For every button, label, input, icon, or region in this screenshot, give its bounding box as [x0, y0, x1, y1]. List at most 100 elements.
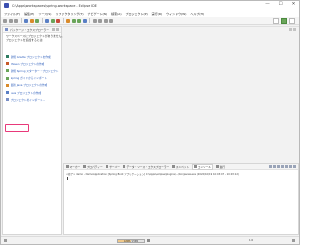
- minimize-view-icon[interactable]: [289, 28, 292, 31]
- minimize-view-icon[interactable]: [52, 28, 55, 31]
- maximize-button[interactable]: ☐: [277, 2, 284, 8]
- save-all-icon[interactable]: [14, 18, 18, 23]
- build-icon[interactable]: [24, 18, 28, 23]
- link-label[interactable]: プロジェクトのインポート...: [11, 98, 46, 102]
- console-caret: [67, 177, 68, 180]
- menu-navigate[interactable]: ナビゲート(N): [88, 12, 108, 16]
- forward-icon[interactable]: [109, 18, 113, 23]
- pin-console-icon[interactable]: [285, 165, 288, 168]
- new-icon[interactable]: [3, 18, 7, 23]
- java-project-icon: [6, 83, 9, 87]
- clear-console-icon[interactable]: [277, 165, 280, 168]
- link-new-latest-java-project[interactable]: 最新 Java プロジェクトの作成: [6, 83, 62, 88]
- link-label[interactable]: 最新 Java プロジェクトの作成: [11, 83, 48, 87]
- link-new-spring-starter[interactable]: 新規 Spring スターター・プロジェクト: [6, 68, 62, 73]
- debug-icon[interactable]: [45, 18, 49, 23]
- import-icon: [6, 98, 9, 102]
- link-label[interactable]: 新規 Spring スターター・プロジェクト: [11, 69, 59, 73]
- menu-file[interactable]: ファイル(F): [4, 12, 20, 16]
- package-explorer-icon: [5, 28, 8, 31]
- properties-icon: [83, 165, 86, 168]
- garbage-collect-icon[interactable]: [147, 239, 150, 242]
- package-explorer-tab[interactable]: パッケージ・エクスプローラー: [10, 28, 49, 32]
- java-perspective-icon[interactable]: [289, 18, 295, 24]
- package-explorer: パッケージ・エクスプローラー ワークスペースにプロジェクトがありません。 プロジ…: [2, 26, 64, 235]
- link-import-projects[interactable]: プロジェクトのインポート...: [6, 97, 62, 102]
- snippets-icon: [172, 165, 175, 168]
- spring-icon: [6, 69, 9, 73]
- toolbar-separator: [41, 18, 43, 23]
- tab-snippets[interactable]: スニペット: [172, 165, 189, 169]
- menu-source[interactable]: ソース(S): [38, 12, 51, 16]
- progress-icon: [216, 165, 219, 168]
- link-new-java-project[interactable]: Java プロジェクトの作成: [6, 90, 62, 95]
- console-status-line: <終了> demo - DemoApplication [Spring Boot…: [66, 173, 239, 176]
- console-toolbar: [269, 165, 296, 168]
- close-button[interactable]: ✕: [290, 2, 297, 8]
- gradle-icon: [6, 55, 9, 59]
- window-controls: — ☐ ✕: [264, 2, 297, 8]
- info-line: プロジェクトを追加するには:: [6, 37, 44, 42]
- tab-data-source-explorer[interactable]: データ・ソース・エクスプローラー: [122, 165, 169, 169]
- save-icon[interactable]: [8, 18, 13, 23]
- external-tools-icon[interactable]: [56, 18, 60, 23]
- console-icon: [194, 165, 197, 168]
- tab-servers[interactable]: サーバー: [105, 165, 120, 169]
- toolbar-separator: [20, 18, 22, 23]
- scroll-lock-icon[interactable]: [281, 165, 284, 168]
- search-icon[interactable]: [92, 18, 97, 23]
- link-label[interactable]: Java プロジェクトの作成: [11, 91, 42, 95]
- boot-dashboard-icon[interactable]: [35, 18, 39, 23]
- menu-edit[interactable]: 編集(E): [24, 12, 34, 16]
- new-java-project-icon[interactable]: [66, 18, 70, 23]
- window-title: C:\Apps\workspaces\spring-workspace - Ec…: [12, 3, 97, 8]
- tab-markers[interactable]: マーカー: [66, 165, 80, 169]
- terminate-icon[interactable]: [269, 165, 272, 168]
- java-icon: [6, 91, 9, 95]
- maximize-view-icon[interactable]: [293, 28, 296, 31]
- status-bar: 126M / 256M 1:0: [1, 236, 299, 244]
- new-class-icon[interactable]: [77, 18, 81, 23]
- link-label[interactable]: 新規 Gradle プロジェクトを作成: [11, 55, 51, 59]
- back-icon[interactable]: [103, 18, 108, 23]
- spring-guide-icon: [6, 76, 9, 80]
- tab-console[interactable]: コンソール: [192, 163, 214, 170]
- datasource-icon: [122, 165, 126, 168]
- menu-window[interactable]: ウィンドウ(W): [166, 12, 186, 16]
- annotation-icon[interactable]: [98, 18, 102, 23]
- run-icon[interactable]: [50, 18, 55, 23]
- maven-icon: [6, 62, 9, 66]
- main-toolbar: [1, 17, 299, 25]
- display-console-icon[interactable]: [289, 165, 292, 168]
- link-label[interactable]: Maven プロジェクトの作成: [11, 62, 45, 66]
- server-icon[interactable]: [29, 18, 34, 23]
- open-type-icon[interactable]: [82, 18, 87, 23]
- eclipse-app-icon: [4, 3, 9, 8]
- menu-help[interactable]: ヘルプ(H): [190, 12, 204, 16]
- menu-search[interactable]: 検索(A): [111, 12, 121, 16]
- heap-status[interactable]: 126M / 256M: [117, 238, 145, 243]
- menu-project[interactable]: プロジェクト(P): [126, 12, 148, 16]
- tab-properties[interactable]: プロパティー: [83, 165, 103, 169]
- console-view: マーカー プロパティー サーバー データ・ソース・エクスプローラー スニペット …: [63, 163, 299, 235]
- perspective-switcher: [273, 18, 295, 24]
- maximize-view-icon[interactable]: [56, 28, 59, 31]
- open-console-icon[interactable]: [293, 165, 296, 168]
- tab-progress[interactable]: 進行: [216, 165, 225, 169]
- heap-text: 126M / 256M: [123, 239, 139, 243]
- link-import-spring-guide[interactable]: Spring ガイドからインポート: [6, 76, 62, 81]
- project-links: 新規 Gradle プロジェクトを作成 Maven プロジェクトの作成 新規 S…: [6, 54, 62, 104]
- link-label[interactable]: Spring ガイドからインポート: [11, 76, 47, 80]
- new-package-icon[interactable]: [71, 18, 76, 23]
- empty-workspace-message: ワークスペースにプロジェクトがありません。 プロジェクトを追加するには:: [6, 34, 64, 42]
- quick-access-icon[interactable]: [273, 18, 279, 24]
- minimize-button[interactable]: —: [264, 2, 271, 8]
- menu-run[interactable]: 実行(R): [152, 12, 162, 16]
- remove-launch-icon[interactable]: [273, 165, 276, 168]
- link-new-gradle-project[interactable]: 新規 Gradle プロジェクトを作成: [6, 54, 62, 59]
- notifications-icon[interactable]: [292, 239, 295, 242]
- spring-perspective-icon[interactable]: [281, 18, 287, 24]
- link-new-maven-project[interactable]: Maven プロジェクトの作成: [6, 61, 62, 66]
- menu-refactor[interactable]: リファクタリング(T): [55, 12, 83, 16]
- editor-view-controls: [289, 28, 296, 31]
